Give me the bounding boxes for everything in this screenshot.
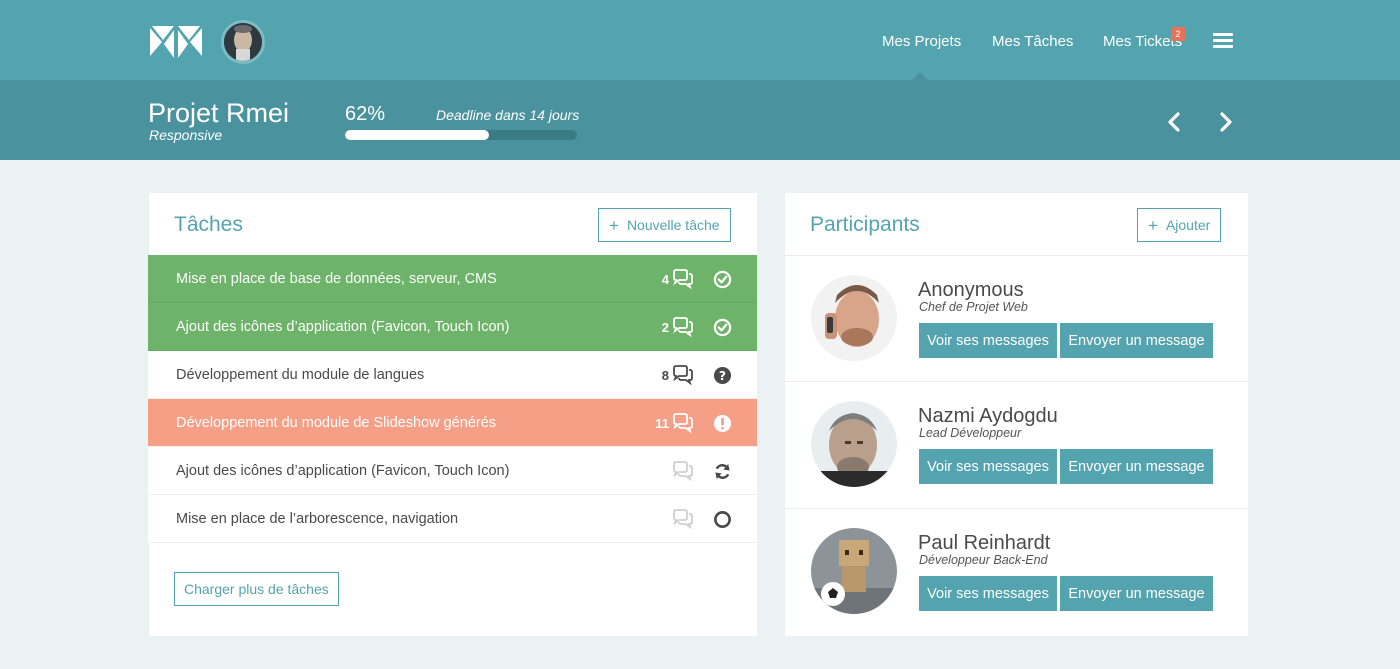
question-circle-icon[interactable]: ? [713, 366, 732, 385]
project-title: Projet Rmei [148, 98, 290, 128]
alert-circle-icon[interactable] [713, 414, 732, 433]
comment-count: 2 [661, 320, 669, 335]
task-row[interactable]: Développement du module de langues 8? [148, 351, 757, 399]
task-label: Développement du module de Slideshow gén… [176, 415, 497, 431]
task-label: Ajout des icônes d’application (Favicon,… [176, 463, 510, 479]
task-label: Mise en place de base de données, serveu… [176, 271, 497, 287]
task-row[interactable]: Mise en place de l’arborescence, navigat… [148, 495, 757, 543]
task-row[interactable]: Mise en place de base de données, serveu… [148, 255, 757, 303]
previous-project-icon[interactable] [1164, 110, 1186, 134]
participant-role: Chef de Projet Web [919, 300, 1028, 314]
participant-role: Développeur Back-End [919, 553, 1048, 567]
svg-text:?: ? [719, 369, 726, 383]
user-avatar[interactable] [221, 20, 265, 64]
next-project-icon[interactable] [1214, 110, 1236, 134]
participant-divider [785, 381, 1248, 382]
add-participant-button[interactable]: + Ajouter [1137, 208, 1222, 242]
load-more-tasks-button[interactable]: Charger plus de tâches [174, 572, 339, 606]
add-participant-label: Ajouter [1165, 217, 1211, 233]
deadline-text: Deadline dans 14 jours [436, 107, 580, 123]
task-label: Développement du module de langues [176, 367, 425, 383]
empty-circle-icon[interactable] [713, 510, 732, 529]
brand-logo-icon[interactable] [150, 24, 202, 60]
project-progress-bar [345, 130, 577, 140]
hamburger-menu-icon[interactable] [1213, 33, 1233, 49]
task-label: Mise en place de l’arborescence, navigat… [176, 511, 459, 527]
new-task-button[interactable]: + Nouvelle tâche [598, 208, 731, 242]
refresh-icon[interactable] [713, 462, 732, 481]
tickets-count-badge: 2 [1171, 27, 1185, 41]
comments-icon[interactable] [672, 461, 694, 481]
plus-icon: + [1148, 215, 1158, 235]
comments-icon[interactable] [672, 365, 694, 385]
comments-icon[interactable] [672, 509, 694, 529]
send-message-button[interactable]: Envoyer un message [1060, 323, 1213, 358]
plus-icon: + [609, 215, 619, 235]
active-nav-indicator [912, 72, 928, 80]
tasks-title: Tâches [174, 213, 243, 236]
top-navbar [0, 0, 1400, 80]
view-messages-button[interactable]: Voir ses messages [919, 449, 1057, 484]
participants-title: Participants [810, 213, 920, 236]
participant-photo [811, 528, 897, 614]
task-row[interactable]: Ajout des icônes d’application (Favicon,… [148, 303, 757, 351]
project-subtitle: Responsive [149, 127, 223, 143]
send-message-button[interactable]: Envoyer un message [1060, 576, 1213, 611]
task-row[interactable]: Ajout des icônes d’application (Favicon,… [148, 447, 757, 495]
task-row[interactable]: Développement du module de Slideshow gén… [148, 399, 757, 447]
nav-my-projects[interactable]: Mes Projets [882, 33, 961, 50]
progress-bar-fill [345, 130, 489, 140]
comments-icon[interactable] [672, 413, 694, 433]
progress-percent: 62% [345, 103, 386, 125]
participant-photo [811, 275, 897, 361]
send-message-button[interactable]: Envoyer un message [1060, 449, 1213, 484]
view-messages-button[interactable]: Voir ses messages [919, 576, 1057, 611]
participant-role: Lead Développeur [919, 426, 1022, 440]
view-messages-button[interactable]: Voir ses messages [919, 323, 1057, 358]
participant-divider [785, 508, 1248, 509]
participant-name: Nazmi Aydogdu [918, 405, 1058, 427]
participants-divider [785, 255, 1248, 256]
participant-photo [811, 401, 897, 487]
comments-icon[interactable] [672, 269, 694, 289]
check-circle-icon[interactable] [713, 318, 732, 337]
participant-name: Anonymous [918, 279, 1024, 301]
nav-my-tasks[interactable]: Mes Tâches [992, 33, 1073, 50]
task-label: Ajout des icônes d’application (Favicon,… [176, 319, 510, 335]
participant-name: Paul Reinhardt [918, 532, 1051, 554]
comments-icon[interactable] [672, 317, 694, 337]
comment-count: 8 [661, 368, 669, 383]
comment-count: 4 [661, 272, 669, 287]
new-task-label: Nouvelle tâche [626, 217, 720, 233]
check-circle-icon[interactable] [713, 270, 732, 289]
comment-count: 11 [655, 416, 669, 431]
